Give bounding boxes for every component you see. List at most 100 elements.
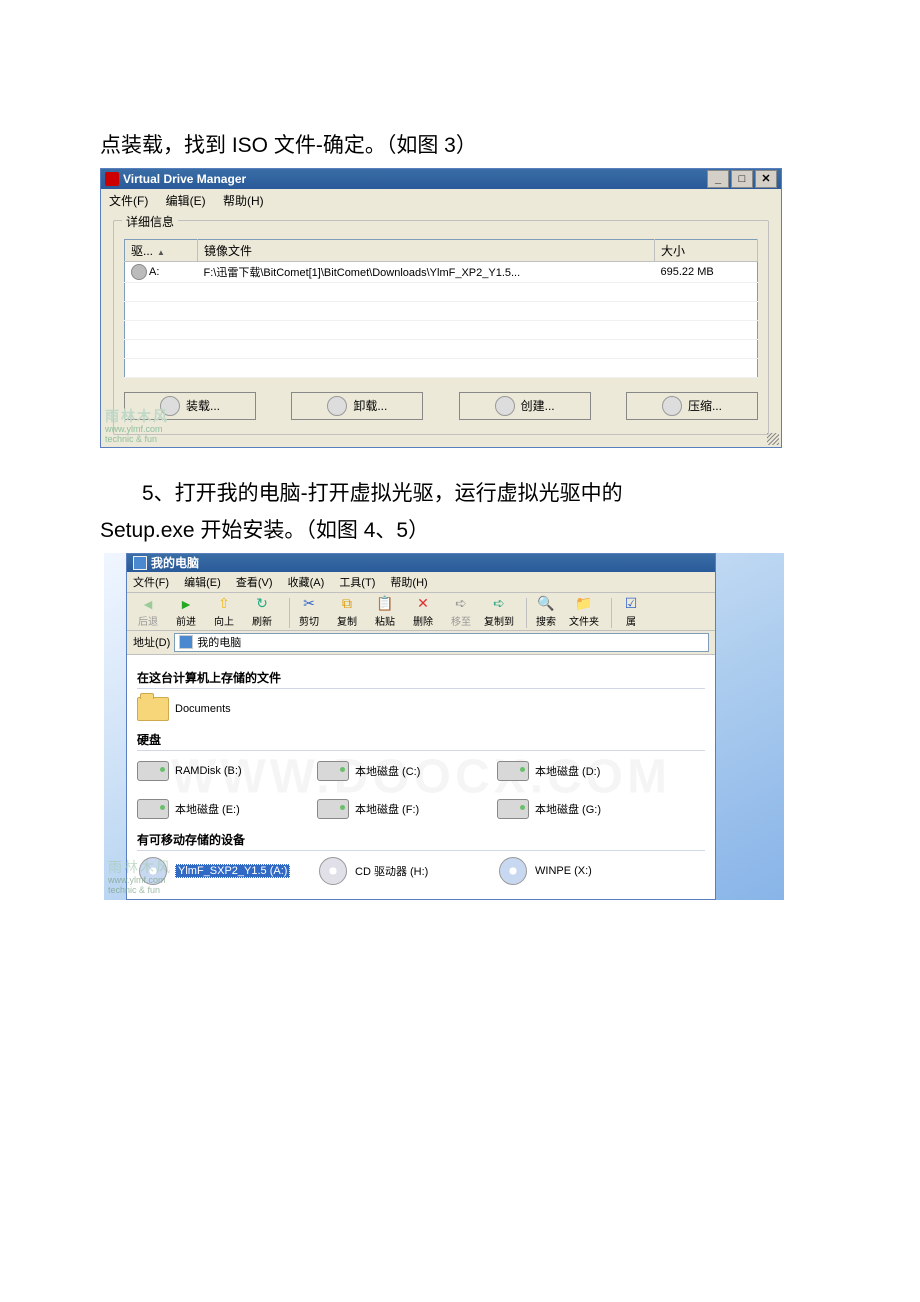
drive-g[interactable]: 本地磁盘 (G:) <box>497 795 657 823</box>
folders-button[interactable]: 📁文件夹 <box>569 595 599 628</box>
create-icon <box>495 396 515 416</box>
cd-icon <box>319 857 347 885</box>
col-image[interactable]: 镜像文件 <box>198 239 655 261</box>
explorer-content: WWW.DOOCX.COM 在这台计算机上存储的文件 Documents 硬盘 … <box>127 655 715 899</box>
paste-button[interactable]: 📋粘贴 <box>370 595 400 628</box>
explorer-menubar: 文件(F) 编辑(E) 查看(V) 收藏(A) 工具(T) 帮助(H) <box>127 572 715 593</box>
drive-icon <box>497 761 529 781</box>
drive-icon <box>497 799 529 819</box>
explorer-titlebar[interactable]: 我的电脑 <box>127 554 715 572</box>
close-button[interactable]: ✕ <box>755 170 777 188</box>
my-computer-window: 我的电脑 文件(F) 编辑(E) 查看(V) 收藏(A) 工具(T) 帮助(H)… <box>126 553 716 900</box>
minimize-button[interactable]: _ <box>707 170 729 188</box>
menu-edit[interactable]: 编辑(E) <box>166 194 206 208</box>
drive-icon <box>317 761 349 781</box>
cut-button[interactable]: ✂剪切 <box>294 595 324 628</box>
forward-button[interactable]: ►前进 <box>171 595 201 628</box>
menu-view[interactable]: 查看(V) <box>236 577 273 589</box>
back-button[interactable]: ◄后退 <box>133 595 163 628</box>
table-row <box>125 282 758 301</box>
copyto-button[interactable]: ➪复制到 <box>484 595 514 628</box>
cut-icon: ✂ <box>299 595 319 613</box>
refresh-icon: ↻ <box>252 595 272 613</box>
folder-icon <box>137 697 169 721</box>
copy-icon: ⧉ <box>337 595 357 613</box>
menu-file[interactable]: 文件(F) <box>109 194 148 208</box>
drive-icon <box>137 799 169 819</box>
section-removable: 有可移动存储的设备 <box>137 831 705 851</box>
maximize-button[interactable]: □ <box>731 170 753 188</box>
table-row <box>125 301 758 320</box>
cd-icon <box>499 857 527 885</box>
moveto-icon: ➪ <box>451 595 471 613</box>
col-drive[interactable]: 驱...▲ <box>125 239 198 261</box>
virtual-drive-manager-window: Virtual Drive Manager _ □ ✕ 文件(F) 编辑(E) … <box>100 168 782 448</box>
drive-f[interactable]: 本地磁盘 (F:) <box>317 795 477 823</box>
my-computer-icon <box>133 556 147 570</box>
table-row <box>125 339 758 358</box>
explorer-title: 我的电脑 <box>151 554 199 571</box>
drive-e[interactable]: 本地磁盘 (E:) <box>137 795 297 823</box>
table-row <box>125 358 758 377</box>
drive-listview[interactable]: 驱...▲ 镜像文件 大小 A: F:\迅雷下载\BitComet[1]\Bit… <box>124 239 758 378</box>
menu-help[interactable]: 帮助(H) <box>390 577 427 589</box>
vdm-title: Virtual Drive Manager <box>123 172 246 186</box>
address-bar: 地址(D) 我的电脑 <box>127 631 715 655</box>
paste-icon: 📋 <box>375 595 395 613</box>
refresh-button[interactable]: ↻刷新 <box>247 595 277 628</box>
properties-icon: ☑ <box>621 595 641 613</box>
folders-icon: 📁 <box>574 595 594 613</box>
table-row <box>125 320 758 339</box>
col-size[interactable]: 大小 <box>655 239 758 261</box>
menu-fav[interactable]: 收藏(A) <box>288 577 325 589</box>
menu-file[interactable]: 文件(F) <box>133 577 169 589</box>
vdm-menubar: 文件(F) 编辑(E) 帮助(H) <box>101 189 781 212</box>
details-section: 详细信息 驱...▲ 镜像文件 大小 A: F:\迅雷下载\BitComet[1… <box>113 220 769 435</box>
copyto-icon: ➪ <box>489 595 509 613</box>
vdm-app-icon <box>105 172 119 186</box>
documents-folder[interactable]: Documents <box>137 695 297 723</box>
my-computer-icon <box>179 635 193 649</box>
unmount-button[interactable]: 卸载... <box>291 392 423 420</box>
resize-grip[interactable] <box>767 433 779 445</box>
compress-button[interactable]: 压缩... <box>626 392 758 420</box>
vdm-titlebar[interactable]: Virtual Drive Manager _ □ ✕ <box>101 169 781 189</box>
unmount-icon <box>327 396 347 416</box>
drive-b[interactable]: RAMDisk (B:) <box>137 757 297 785</box>
menu-tools[interactable]: 工具(T) <box>339 577 375 589</box>
delete-icon: ✕ <box>413 595 433 613</box>
properties-button[interactable]: ☑属 <box>616 595 646 628</box>
address-input[interactable]: 我的电脑 <box>174 633 709 652</box>
up-icon: ⇧ <box>214 595 234 613</box>
instruction-text-3: Setup.exe 开始安装。（如图 4、5） <box>100 515 820 547</box>
instruction-text-1: 点装载，找到 ISO 文件-确定。（如图 3） <box>100 130 820 162</box>
section-stored-files: 在这台计算机上存储的文件 <box>137 669 705 689</box>
drive-c[interactable]: 本地磁盘 (C:) <box>317 757 477 785</box>
moveto-button[interactable]: ➪移至 <box>446 595 476 628</box>
ylmf-watermark: 雨林木风 www.ylmf.com technic & fun <box>105 409 169 444</box>
search-icon: 🔍 <box>536 595 556 613</box>
create-button[interactable]: 创建... <box>459 392 591 420</box>
winpe-drive-x[interactable]: WINPE (X:) <box>497 857 657 885</box>
compress-icon <box>662 396 682 416</box>
back-icon: ◄ <box>138 595 158 613</box>
table-row[interactable]: A: F:\迅雷下载\BitComet[1]\BitComet\Download… <box>125 261 758 282</box>
drive-d[interactable]: 本地磁盘 (D:) <box>497 757 657 785</box>
forward-icon: ► <box>176 595 196 613</box>
section-hard-disks: 硬盘 <box>137 731 705 751</box>
drive-icon <box>137 761 169 781</box>
explorer-toolbar: ◄后退 ►前进 ⇧向上 ↻刷新 ✂剪切 ⧉复制 📋粘贴 ✕删除 ➪移至 ➪复制到… <box>127 593 715 631</box>
menu-edit[interactable]: 编辑(E) <box>184 577 221 589</box>
search-button[interactable]: 🔍搜索 <box>531 595 561 628</box>
up-button[interactable]: ⇧向上 <box>209 595 239 628</box>
drive-icon <box>317 799 349 819</box>
menu-help[interactable]: 帮助(H) <box>223 194 264 208</box>
drive-icon <box>131 264 147 280</box>
ylmf-watermark: 雨林木风 www.ylmf.com technic & fun <box>108 860 172 895</box>
copy-button[interactable]: ⧉复制 <box>332 595 362 628</box>
delete-button[interactable]: ✕删除 <box>408 595 438 628</box>
instruction-text-2: 5、打开我的电脑-打开虚拟光驱，运行虚拟光驱中的 <box>100 478 820 510</box>
details-label: 详细信息 <box>122 213 178 230</box>
cd-drive-h[interactable]: CD 驱动器 (H:) <box>317 857 477 885</box>
address-label: 地址(D) <box>133 634 170 650</box>
